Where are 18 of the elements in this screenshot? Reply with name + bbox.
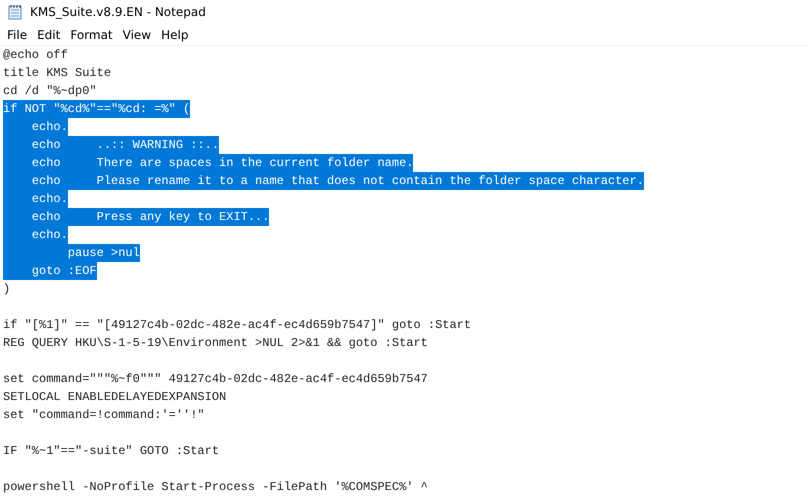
menu-item[interactable]: Edit [32,24,66,46]
menu-item[interactable]: Help [156,24,194,46]
code-line: set "command=!command:'=''!" [3,407,205,424]
code-line: SETLOCAL ENABLEDELAYEDEXPANSION [3,389,226,406]
code-line: REG QUERY HKU\S-1-5-19\Environment >NUL 2>&1 && goto :Start [3,335,428,352]
code-line: powershell -NoProfile Start-Process -FilePath '%COMSPEC%' ^ [3,479,428,496]
menu-item[interactable]: View [118,24,156,46]
code-line: IF "%~1"=="-suite" GOTO :Start [3,443,220,460]
code-line: if "[%1]" == "[49127c4b-02dc-482e-ac4f-ec4d659b7547]" goto :Start [3,317,472,334]
menu-item[interactable]: File [2,24,32,46]
code-line: title KMS Suite [3,65,112,82]
menu-item[interactable]: Format [65,24,118,46]
code-line: cd /d "%~dp0" [3,83,97,100]
notepad-icon [8,4,22,20]
code-line: @echo off [3,47,68,64]
code-line: ) [3,281,10,298]
window-title: KMS_Suite.v8.9.EN - Notepad [30,4,206,21]
code-line: set command="""%~f0""" 49127c4b-02dc-482e-ac4f-ec4d659b7547 [3,371,428,388]
